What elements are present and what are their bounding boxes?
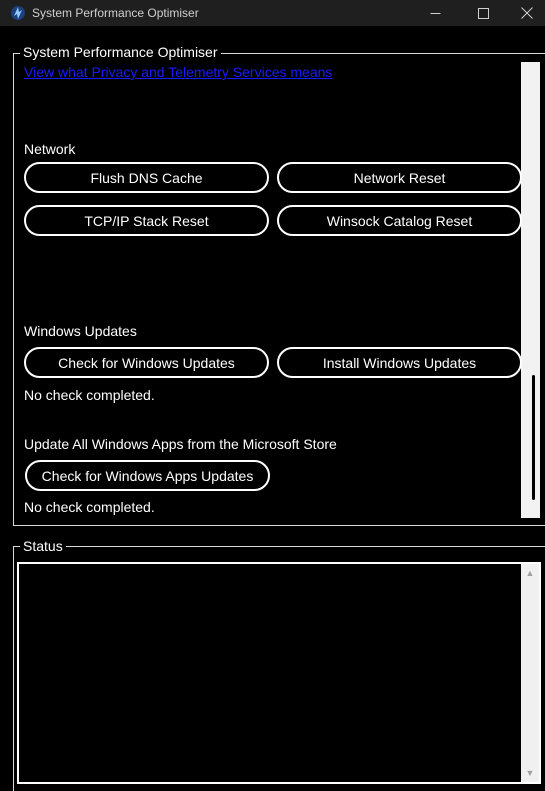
status-scrollbar[interactable]: ▲ ▼ — [521, 564, 539, 782]
minimize-button[interactable] — [412, 0, 458, 26]
privacy-telemetry-link[interactable]: View what Privacy and Telemetry Services… — [24, 64, 332, 80]
winsock-catalog-reset-button[interactable]: Winsock Catalog Reset — [277, 205, 522, 236]
check-windows-updates-button[interactable]: Check for Windows Updates — [24, 347, 269, 378]
title-bar: System Performance Optimiser — [0, 0, 545, 26]
check-windows-apps-updates-button[interactable]: Check for Windows Apps Updates — [25, 460, 270, 491]
settings-scrollbar-thumb[interactable] — [532, 375, 535, 500]
windows-updates-status: No check completed. — [24, 387, 155, 403]
flush-dns-cache-button[interactable]: Flush DNS Cache — [24, 162, 269, 193]
close-icon — [520, 7, 533, 19]
scroll-down-arrow-icon[interactable]: ▼ — [521, 766, 539, 780]
app-logo-icon — [11, 6, 25, 20]
status-group-title: Status — [20, 538, 66, 554]
status-output-textarea[interactable] — [17, 562, 541, 784]
minimize-icon — [430, 12, 440, 14]
store-apps-section-label: Update All Windows Apps from the Microso… — [24, 436, 337, 452]
network-section-label: Network — [24, 141, 76, 157]
optimiser-group-title: System Performance Optimiser — [20, 44, 221, 60]
optimiser-group — [13, 53, 545, 526]
install-windows-updates-button[interactable]: Install Windows Updates — [277, 347, 522, 378]
windows-updates-section-label: Windows Updates — [24, 323, 137, 339]
window-title: System Performance Optimiser — [32, 6, 199, 20]
scroll-up-arrow-icon[interactable]: ▲ — [521, 566, 539, 580]
network-reset-button[interactable]: Network Reset — [277, 162, 522, 193]
close-button[interactable] — [508, 0, 545, 26]
settings-scrollbar[interactable] — [521, 62, 540, 518]
maximize-button[interactable] — [460, 0, 506, 26]
store-apps-status: No check completed. — [24, 499, 155, 515]
tcpip-stack-reset-button[interactable]: TCP/IP Stack Reset — [24, 205, 269, 236]
maximize-icon — [477, 7, 489, 19]
